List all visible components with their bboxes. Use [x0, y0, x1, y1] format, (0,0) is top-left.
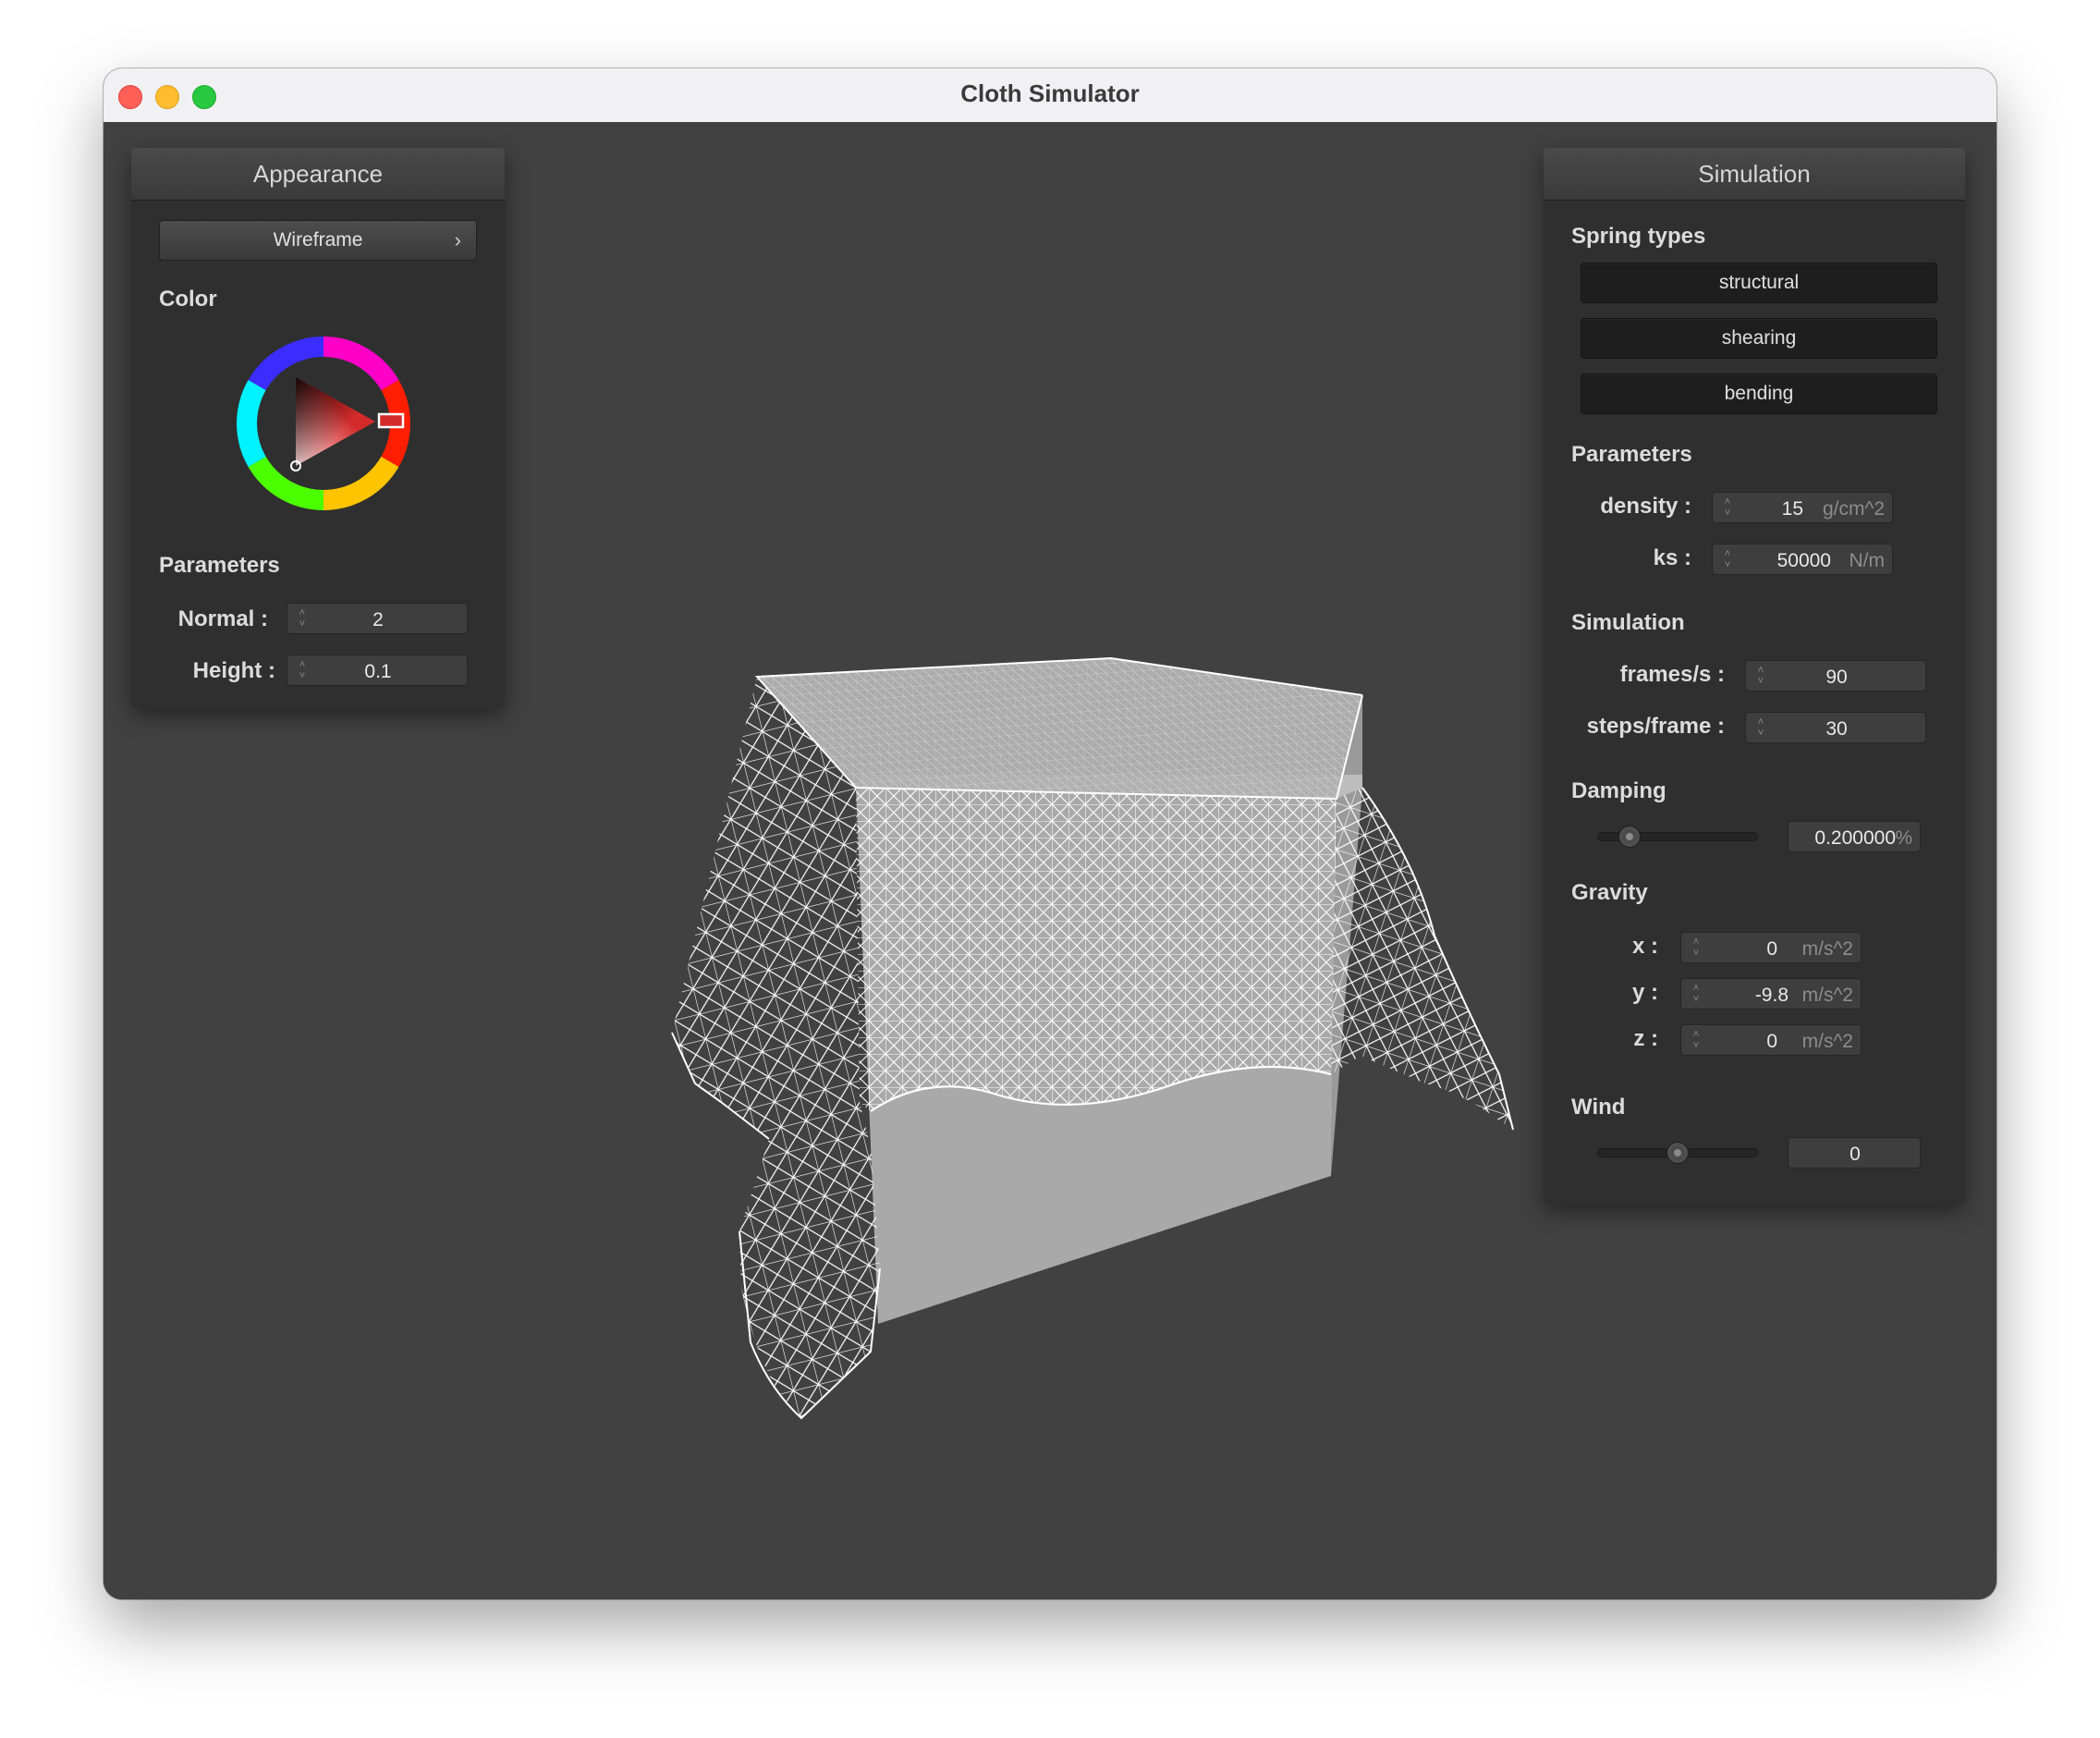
gravity-y-label: y :: [1631, 980, 1658, 1005]
gravity-y-input[interactable]: ˄ ˅ -9.8 m/s^2: [1680, 978, 1862, 1010]
color-wheel[interactable]: [237, 337, 410, 510]
height-label: Height :: [192, 658, 275, 683]
app-window: Cloth Simulator Appearance Wireframe › C…: [104, 68, 1996, 1599]
simulation-panel: Simulation Spring types structural shear…: [1544, 148, 1965, 1204]
cloth-wireframe: [671, 656, 1514, 1420]
color-section-label: Color: [159, 287, 217, 312]
density-label: density :: [1600, 494, 1691, 519]
wind-slider-thumb[interactable]: [1667, 1142, 1689, 1164]
spinner-arrows-icon[interactable]: ˄ ˅: [1722, 496, 1733, 519]
gravity-label: Gravity: [1571, 880, 1648, 905]
wind-value-field[interactable]: 0: [1788, 1137, 1921, 1169]
spinner-arrows-icon[interactable]: ˄ ˅: [1722, 548, 1733, 570]
normal-input[interactable]: ˄ ˅ 2: [287, 603, 468, 634]
ks-input[interactable]: ˄ ˅ 50000 N/m: [1712, 544, 1893, 575]
window-title: Cloth Simulator: [960, 80, 1140, 107]
gravity-x-input[interactable]: ˄ ˅ 0 m/s^2: [1680, 932, 1862, 963]
damping-label: Damping: [1571, 778, 1667, 803]
spinner-arrows-icon[interactable]: ˄ ˅: [1691, 936, 1702, 959]
spinner-arrows-icon[interactable]: ˄ ˅: [1691, 1029, 1702, 1051]
normal-label: Normal :: [177, 606, 268, 631]
bending-spring-toggle[interactable]: bending: [1581, 373, 1937, 414]
gravity-x-label: x :: [1631, 934, 1658, 959]
ks-label: ks :: [1653, 545, 1691, 570]
simulation-parameters-label: Parameters: [1571, 442, 1692, 467]
frames-per-second-input[interactable]: ˄ ˅ 90: [1745, 660, 1926, 692]
spinner-arrows-icon[interactable]: ˄ ˅: [1691, 983, 1702, 1005]
3d-viewport[interactable]: Appearance Wireframe › Color Parameters …: [104, 122, 1996, 1599]
simulation-panel-header[interactable]: Simulation: [1544, 148, 1965, 201]
gravity-z-label: z :: [1633, 1026, 1658, 1051]
density-input[interactable]: ˄ ˅ 15 g/cm^2: [1712, 492, 1893, 523]
structural-spring-toggle[interactable]: structural: [1581, 263, 1937, 303]
spring-types-label: Spring types: [1571, 224, 1706, 249]
gravity-z-input[interactable]: ˄ ˅ 0 m/s^2: [1680, 1024, 1862, 1056]
wind-label: Wind: [1571, 1095, 1626, 1120]
title-bar: Cloth Simulator: [104, 68, 1996, 123]
damping-slider-thumb[interactable]: [1618, 826, 1641, 848]
steps-per-frame-input[interactable]: ˄ ˅ 30: [1745, 712, 1926, 743]
height-input[interactable]: ˄ ˅ 0.1: [287, 655, 468, 686]
shader-dropdown[interactable]: Wireframe ›: [159, 220, 477, 261]
simulation-section-label: Simulation: [1571, 610, 1685, 635]
shader-dropdown-value: Wireframe: [273, 229, 363, 251]
steps-per-frame-label: steps/frame :: [1586, 714, 1725, 739]
shearing-spring-toggle[interactable]: shearing: [1581, 318, 1937, 359]
appearance-panel-header[interactable]: Appearance: [131, 148, 505, 201]
appearance-parameters-label: Parameters: [159, 553, 280, 578]
chevron-right-icon: ›: [454, 228, 461, 251]
appearance-panel: Appearance Wireframe › Color Parameters …: [131, 148, 505, 708]
damping-value-field[interactable]: 0.200000 %: [1788, 821, 1921, 852]
hue-selector-handle[interactable]: [377, 412, 405, 429]
frames-per-second-label: frames/s :: [1619, 662, 1725, 687]
